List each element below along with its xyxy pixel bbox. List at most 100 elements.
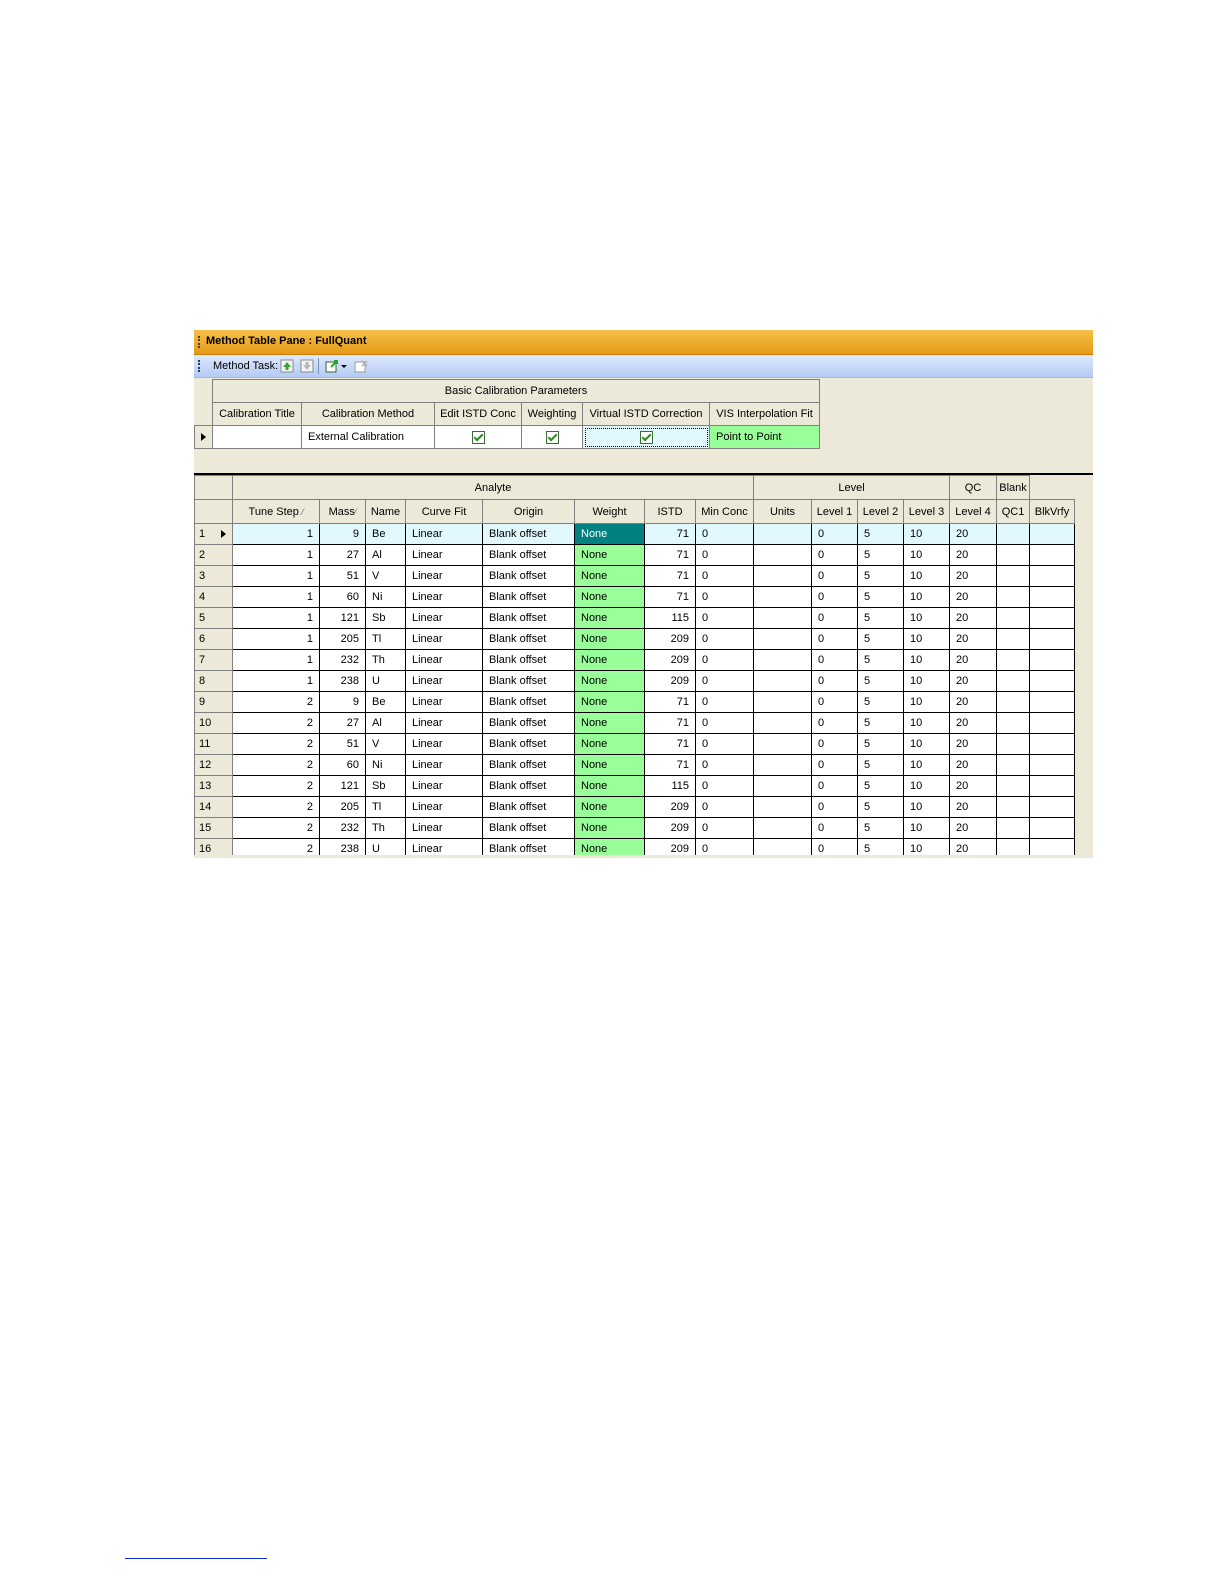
- curve-fit-cell[interactable]: Linear: [405, 817, 483, 839]
- level-4-cell[interactable]: 20: [949, 670, 997, 692]
- level-1-cell[interactable]: 0: [811, 838, 858, 855]
- units-cell[interactable]: [753, 754, 812, 776]
- level-2-cell[interactable]: 5: [857, 565, 904, 587]
- column-header-level-1[interactable]: Level 1: [811, 499, 858, 524]
- blkvrfy-cell[interactable]: [1029, 649, 1075, 671]
- column-header-istd[interactable]: ISTD: [644, 499, 696, 524]
- level-3-cell[interactable]: 10: [903, 775, 950, 797]
- level-3-cell[interactable]: 10: [903, 607, 950, 629]
- curve-fit-cell[interactable]: Linear: [405, 775, 483, 797]
- name-cell[interactable]: Tl: [365, 796, 406, 818]
- tune-step-cell[interactable]: 2: [232, 691, 320, 713]
- qc1-cell[interactable]: [996, 649, 1030, 671]
- export-icon[interactable]: [324, 358, 340, 374]
- tune-step-cell[interactable]: 2: [232, 775, 320, 797]
- blkvrfy-cell[interactable]: [1029, 523, 1075, 545]
- row-number-cell[interactable]: 15: [194, 817, 233, 839]
- istd-cell[interactable]: 209: [644, 649, 696, 671]
- weight-cell[interactable]: None: [574, 754, 645, 776]
- curve-fit-cell[interactable]: Linear: [405, 838, 483, 855]
- min-conc-cell[interactable]: 0: [695, 796, 754, 818]
- weight-cell[interactable]: None: [574, 817, 645, 839]
- weight-cell[interactable]: None: [574, 691, 645, 713]
- units-cell[interactable]: [753, 775, 812, 797]
- curve-fit-cell[interactable]: Linear: [405, 670, 483, 692]
- column-header-min-conc[interactable]: Min Conc: [695, 499, 754, 524]
- row-number-cell[interactable]: 12: [194, 754, 233, 776]
- vis-interpolation-fit-cell[interactable]: Point to Point: [709, 425, 820, 449]
- weight-cell[interactable]: None: [574, 796, 645, 818]
- level-1-cell[interactable]: 0: [811, 691, 858, 713]
- row-number-cell[interactable]: 2: [194, 544, 233, 566]
- units-cell[interactable]: [753, 523, 812, 545]
- units-cell[interactable]: [753, 565, 812, 587]
- min-conc-cell[interactable]: 0: [695, 523, 754, 545]
- tune-step-cell[interactable]: 2: [232, 796, 320, 818]
- move-up-icon[interactable]: [279, 358, 295, 374]
- level-1-cell[interactable]: 0: [811, 733, 858, 755]
- column-header-weight[interactable]: Weight: [574, 499, 645, 524]
- weight-cell[interactable]: None: [574, 838, 645, 855]
- weight-cell[interactable]: None: [574, 523, 645, 545]
- tune-step-cell[interactable]: 2: [232, 712, 320, 734]
- level-4-cell[interactable]: 20: [949, 754, 997, 776]
- edit-istd-checkbox[interactable]: [471, 430, 485, 444]
- name-cell[interactable]: U: [365, 838, 406, 855]
- weight-cell[interactable]: None: [574, 607, 645, 629]
- level-3-cell[interactable]: 10: [903, 586, 950, 608]
- row-number-cell[interactable]: 8: [194, 670, 233, 692]
- qc1-cell[interactable]: [996, 586, 1030, 608]
- level-4-cell[interactable]: 20: [949, 775, 997, 797]
- qc1-cell[interactable]: [996, 796, 1030, 818]
- level-3-cell[interactable]: 10: [903, 733, 950, 755]
- move-down-icon[interactable]: [299, 358, 315, 374]
- row-number-cell[interactable]: 16: [194, 838, 233, 855]
- blkvrfy-cell[interactable]: [1029, 838, 1075, 855]
- level-2-cell[interactable]: 5: [857, 607, 904, 629]
- units-cell[interactable]: [753, 628, 812, 650]
- level-1-cell[interactable]: 0: [811, 670, 858, 692]
- row-number-cell[interactable]: 6: [194, 628, 233, 650]
- qc1-cell[interactable]: [996, 733, 1030, 755]
- origin-cell[interactable]: Blank offset: [482, 691, 575, 713]
- origin-cell[interactable]: Blank offset: [482, 628, 575, 650]
- column-header-blkvrfy[interactable]: BlkVrfy: [1029, 499, 1075, 524]
- calibration-title-cell[interactable]: [212, 425, 302, 449]
- level-3-cell[interactable]: 10: [903, 523, 950, 545]
- istd-cell[interactable]: 209: [644, 838, 696, 855]
- units-cell[interactable]: [753, 670, 812, 692]
- table-row[interactable]: 6 1 205 Tl Linear Blank offset None 209 0 0 5 10 20: [194, 628, 1075, 650]
- level-1-cell[interactable]: 0: [811, 544, 858, 566]
- column-header-level-3[interactable]: Level 3: [903, 499, 950, 524]
- qc1-cell[interactable]: [996, 712, 1030, 734]
- level-1-cell[interactable]: 0: [811, 565, 858, 587]
- istd-cell[interactable]: 71: [644, 586, 696, 608]
- curve-fit-cell[interactable]: Linear: [405, 565, 483, 587]
- mass-cell[interactable]: 205: [319, 796, 366, 818]
- column-header[interactable]: VIS Interpolation Fit: [709, 402, 820, 426]
- name-cell[interactable]: V: [365, 565, 406, 587]
- column-header-units[interactable]: Units: [753, 499, 812, 524]
- level-1-cell[interactable]: 0: [811, 523, 858, 545]
- level-2-cell[interactable]: 5: [857, 733, 904, 755]
- table-row[interactable]: 7 1 232 Th Linear Blank offset None 209 0 0 5 10 20: [194, 649, 1075, 671]
- name-cell[interactable]: Tl: [365, 628, 406, 650]
- table-row[interactable]: 13 2 121 Sb Linear Blank offset None 115 0 0 5 10 20: [194, 775, 1075, 797]
- qc1-cell[interactable]: [996, 775, 1030, 797]
- row-number-cell[interactable]: 7: [194, 649, 233, 671]
- mass-cell[interactable]: 27: [319, 544, 366, 566]
- column-header[interactable]: Edit ISTD Conc: [434, 402, 522, 426]
- weight-cell[interactable]: None: [574, 565, 645, 587]
- table-row[interactable]: 5 1 121 Sb Linear Blank offset None 115 0 0 5 10 20: [194, 607, 1075, 629]
- weight-cell[interactable]: None: [574, 733, 645, 755]
- units-cell[interactable]: [753, 796, 812, 818]
- column-header[interactable]: Weighting: [521, 402, 583, 426]
- units-cell[interactable]: [753, 733, 812, 755]
- column-header[interactable]: Calibration Title: [212, 402, 302, 426]
- units-cell[interactable]: [753, 544, 812, 566]
- tune-step-cell[interactable]: 1: [232, 544, 320, 566]
- column-header-name[interactable]: Name: [365, 499, 406, 524]
- level-4-cell[interactable]: 20: [949, 649, 997, 671]
- min-conc-cell[interactable]: 0: [695, 733, 754, 755]
- level-3-cell[interactable]: 10: [903, 544, 950, 566]
